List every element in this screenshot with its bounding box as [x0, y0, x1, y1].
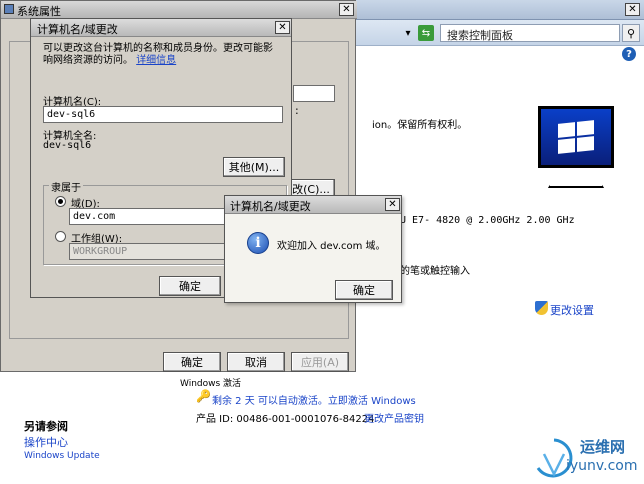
pen-input-info: 的笔或触控输入 [400, 266, 470, 277]
copyright-text: ion。保留所有权利。 [372, 120, 468, 131]
other-button[interactable]: 其他(M)... [223, 157, 285, 177]
computer-name-close-icon[interactable]: ✕ [275, 21, 290, 34]
help-icon[interactable]: ? [622, 47, 636, 61]
windows-flag-icon [558, 120, 594, 154]
details-link[interactable]: 详细信息 [136, 55, 176, 66]
search-icon[interactable]: ⚲ [622, 24, 640, 42]
workgroup-radio[interactable] [55, 231, 66, 242]
shield-icon [535, 301, 548, 318]
message-box-title: 计算机名/域更改 [230, 200, 311, 213]
windows-logo [538, 106, 614, 168]
see-also-windows-update[interactable]: Windows Update [24, 451, 100, 461]
message-box-titlebar: 计算机名/域更改 [225, 196, 401, 214]
computer-name-titlebar: 计算机名/域更改 [31, 19, 291, 37]
system-properties-titlebar: 系统属性 [1, 1, 357, 19]
system-cancel-button[interactable]: 取消 [227, 352, 285, 372]
member-of-label: 隶属于 [49, 179, 83, 194]
computer-name-description: 可以更改这台计算机的名称和成员身份。更改可能影响网络资源的访问。 详细信息 [43, 43, 281, 67]
search-input[interactable]: 搜索控制面板 [440, 24, 620, 42]
activate-windows-link[interactable]: 剩余 2 天 可以自动激活。立即激活 Windows [212, 392, 416, 407]
welcome-message: 欢迎加入 dev.com 域。 [277, 241, 386, 252]
description-input-fragment[interactable] [293, 85, 335, 102]
refresh-icon[interactable]: ⇆ [418, 25, 434, 41]
domain-radio[interactable] [55, 196, 66, 207]
activation-heading: Windows 激活 [180, 379, 242, 389]
see-also-heading: 另请参阅 [24, 420, 68, 433]
change-product-key-link[interactable]: 更改产品密钥 [364, 410, 424, 425]
monitor-stand-icon [548, 170, 604, 188]
address-dropdown-icon[interactable]: ▾ [398, 25, 418, 41]
watermark: 运维网 iyunv.com [530, 432, 642, 482]
system-apply-button: 应用(A) [291, 352, 349, 372]
system-ok-button[interactable]: 确定 [163, 352, 221, 372]
control-panel-close-icon[interactable]: ✕ [625, 3, 640, 16]
system-properties-close-icon[interactable]: ✕ [339, 3, 354, 16]
watermark-text: 运维网 [580, 438, 626, 456]
computer-name-title: 计算机名/域更改 [37, 23, 118, 36]
processor-info: U E7- 4820 @ 2.00GHz 2.00 GHz [400, 215, 575, 226]
info-icon: i [247, 232, 269, 254]
computer-name-ok-button[interactable]: 确定 [159, 276, 221, 296]
see-also-action-center[interactable]: 操作中心 [24, 434, 68, 450]
message-box-close-icon[interactable]: ✕ [385, 198, 400, 211]
computer-name-input[interactable]: dev-sql6 [43, 106, 283, 123]
system-icon [4, 4, 14, 14]
message-box-ok-button[interactable]: 确定 [335, 280, 393, 300]
welcome-message-box: 计算机名/域更改 ✕ i 欢迎加入 dev.com 域。 确定 [224, 195, 402, 303]
system-properties-title: 系统属性 [17, 5, 61, 18]
full-name-value: dev-sql6 [43, 140, 92, 151]
watermark-url: iyunv.com [566, 458, 638, 474]
product-id: 产品 ID: 00486-001-0001076-84224 [196, 414, 375, 425]
text-fragment: : [295, 104, 299, 117]
key-icon: 🔑 [196, 389, 211, 403]
change-settings-link[interactable]: 更改设置 [550, 302, 594, 318]
